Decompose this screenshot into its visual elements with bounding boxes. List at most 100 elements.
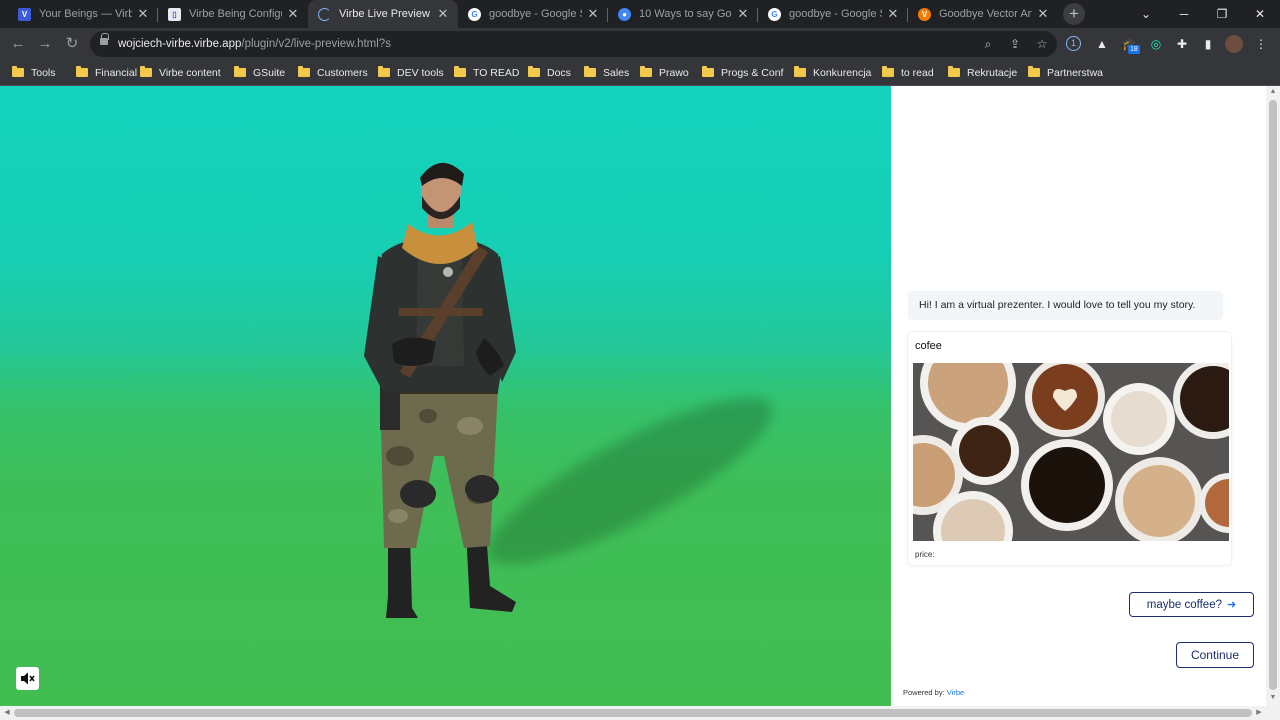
page-content: Hi! I am a virtual prezenter. I would lo… <box>0 86 1280 706</box>
minimize-button[interactable]: ─ <box>1165 0 1203 28</box>
bookmark-label: Rekrutacje <box>967 66 1018 79</box>
close-icon[interactable]: ✕ <box>436 6 450 22</box>
close-icon[interactable]: ✕ <box>1036 6 1050 22</box>
mute-button[interactable] <box>16 667 39 690</box>
tab-label: Your Beings — Virbe <box>39 8 132 20</box>
bookmark-folder[interactable]: GSuite <box>234 60 285 85</box>
bookmarks-bar: Tools Financial Virbe content GSuite Custome… <box>0 60 1280 86</box>
site-icon: ● <box>618 7 631 21</box>
speaker-muted-icon <box>21 672 35 685</box>
restore-button[interactable]: ❐ <box>1203 0 1241 28</box>
bookmark-folder[interactable]: TO READ <box>454 60 519 85</box>
horizontal-scrollbar[interactable]: ◀ ▶ <box>0 706 1280 720</box>
scroll-up-arrow-icon[interactable]: ▲ <box>1266 86 1280 98</box>
tab-search-icon[interactable]: ⌄ <box>1127 0 1165 28</box>
tab-goodbye-vector-art[interactable]: V Goodbye Vector Art ✕ <box>908 0 1058 28</box>
continue-button[interactable]: Continue <box>1176 642 1254 668</box>
bookmark-label: Prawo <box>659 66 689 79</box>
maybe-coffee-button[interactable]: maybe coffee? ➜ <box>1129 592 1254 617</box>
folder-icon <box>140 66 152 77</box>
bookmark-folder[interactable]: Financial <box>76 60 137 85</box>
close-icon[interactable]: ✕ <box>586 6 600 22</box>
bookmark-folder[interactable]: DEV tools <box>378 60 444 85</box>
vertical-scrollbar[interactable]: ▲ ▼ <box>1266 86 1280 706</box>
folder-icon <box>528 66 540 77</box>
product-card: cofee price: <box>908 332 1231 565</box>
folder-icon <box>454 66 466 77</box>
tab-live-preview[interactable]: Virbe Live Preview ✕ <box>308 0 458 28</box>
tab-your-beings[interactable]: V Your Beings — Virbe ✕ <box>8 0 158 28</box>
new-tab-button[interactable]: + <box>1063 3 1085 25</box>
bookmark-label: Sales <box>603 66 630 79</box>
close-icon[interactable]: ✕ <box>286 6 300 22</box>
tab-ways-to-say-goodbye[interactable]: ● 10 Ways to say Goodb ✕ <box>608 0 758 28</box>
avatar-stage <box>0 86 891 706</box>
side-panel-icon[interactable]: ▮ <box>1199 35 1217 53</box>
tab-being-configuration[interactable]: ▯ Virbe Being Configura ✕ <box>158 0 308 28</box>
tab-label: Goodbye Vector Art <box>939 8 1032 20</box>
bookmark-label: to read <box>901 66 934 79</box>
menu-kebab-icon[interactable]: ⋮ <box>1252 35 1270 53</box>
browser-toolbar: ← → ↻ wojciech-virbe.virbe.app/plugin/v2… <box>0 28 1280 60</box>
reload-button[interactable]: ↻ <box>60 32 84 56</box>
folder-icon <box>76 66 88 77</box>
bookmark-folder[interactable]: Prawo <box>640 60 689 85</box>
profile-avatar[interactable] <box>1225 35 1243 53</box>
extensions-puzzle-icon[interactable]: ✚ <box>1173 35 1191 53</box>
bookmark-folder[interactable]: Virbe content <box>140 60 221 85</box>
bookmark-folder[interactable]: to read <box>882 60 934 85</box>
arc-extension-icon[interactable]: ▲ <box>1093 35 1111 53</box>
bookmark-label: Docs <box>547 66 571 79</box>
scroll-down-arrow-icon[interactable]: ▼ <box>1266 692 1280 704</box>
address-bar[interactable]: wojciech-virbe.virbe.app/plugin/v2/live-… <box>90 31 1057 57</box>
folder-icon <box>234 66 246 77</box>
bookmark-folder[interactable]: Rekrutacje <box>948 60 1017 85</box>
folder-icon <box>1028 66 1040 77</box>
bookmark-label: TO READ <box>473 66 520 79</box>
scroll-thumb[interactable] <box>1269 100 1277 690</box>
folder-icon <box>378 66 390 77</box>
forward-button[interactable]: → <box>33 32 57 56</box>
zoom-icon[interactable]: ⌕ <box>980 36 996 52</box>
folder-icon <box>12 66 24 77</box>
google-icon: G <box>768 7 781 21</box>
tab-label: 10 Ways to say Goodb <box>639 8 732 20</box>
bookmark-folder[interactable]: Progs & Conf <box>702 60 783 85</box>
bookmark-folder[interactable]: Customers <box>298 60 368 85</box>
folder-icon <box>702 66 714 77</box>
scroll-right-arrow-icon[interactable]: ▶ <box>1252 706 1266 720</box>
bookmark-label: DEV tools <box>397 66 444 79</box>
tab-goodbye-search-2[interactable]: G goodbye - Google Sea ✕ <box>758 0 908 28</box>
presenter-message-bubble: Hi! I am a virtual prezenter. I would lo… <box>908 291 1223 320</box>
card-price-label: price: <box>915 550 935 559</box>
url-text[interactable]: wojciech-virbe.virbe.app/plugin/v2/live-… <box>118 31 391 57</box>
powered-by: Powered by: Virbe <box>903 688 965 697</box>
close-window-button[interactable]: ✕ <box>1241 0 1279 28</box>
close-icon[interactable]: ✕ <box>136 6 150 22</box>
onepassword-extension-icon[interactable]: 1 <box>1066 36 1081 51</box>
bookmark-folder[interactable]: Konkurencja <box>794 60 871 85</box>
close-icon[interactable]: ✕ <box>886 6 900 22</box>
bookmark-label: Tools <box>31 66 56 79</box>
grammarly-extension-icon[interactable]: ◎ <box>1147 35 1165 53</box>
back-button[interactable]: ← <box>6 32 30 56</box>
bookmark-folder[interactable]: Docs <box>528 60 571 85</box>
folder-icon <box>584 66 596 77</box>
virbe-link[interactable]: Virbe <box>947 688 964 697</box>
bookmark-star-icon[interactable]: ☆ <box>1034 36 1050 52</box>
scroll-thumb-horizontal[interactable] <box>14 709 1252 717</box>
bookmark-folder[interactable]: Sales <box>584 60 629 85</box>
folder-icon <box>948 66 960 77</box>
virtual-presenter-avatar <box>364 162 516 618</box>
tab-strip: V Your Beings — Virbe ✕ ▯ Virbe Being Co… <box>0 0 1280 28</box>
tab-label: goodbye - Google Sea <box>489 8 582 20</box>
bookmark-folder[interactable]: Tools <box>12 60 56 85</box>
close-icon[interactable]: ✕ <box>736 6 750 22</box>
scroll-left-arrow-icon[interactable]: ◀ <box>0 706 14 720</box>
folder-icon <box>640 66 652 77</box>
bookmark-folder[interactable]: Partnerstwa <box>1028 60 1103 85</box>
share-icon[interactable]: ⇪ <box>1007 36 1023 52</box>
tab-goodbye-search-1[interactable]: G goodbye - Google Sea ✕ <box>458 0 608 28</box>
tab-label: goodbye - Google Sea <box>789 8 882 20</box>
document-icon: ▯ <box>168 7 181 21</box>
